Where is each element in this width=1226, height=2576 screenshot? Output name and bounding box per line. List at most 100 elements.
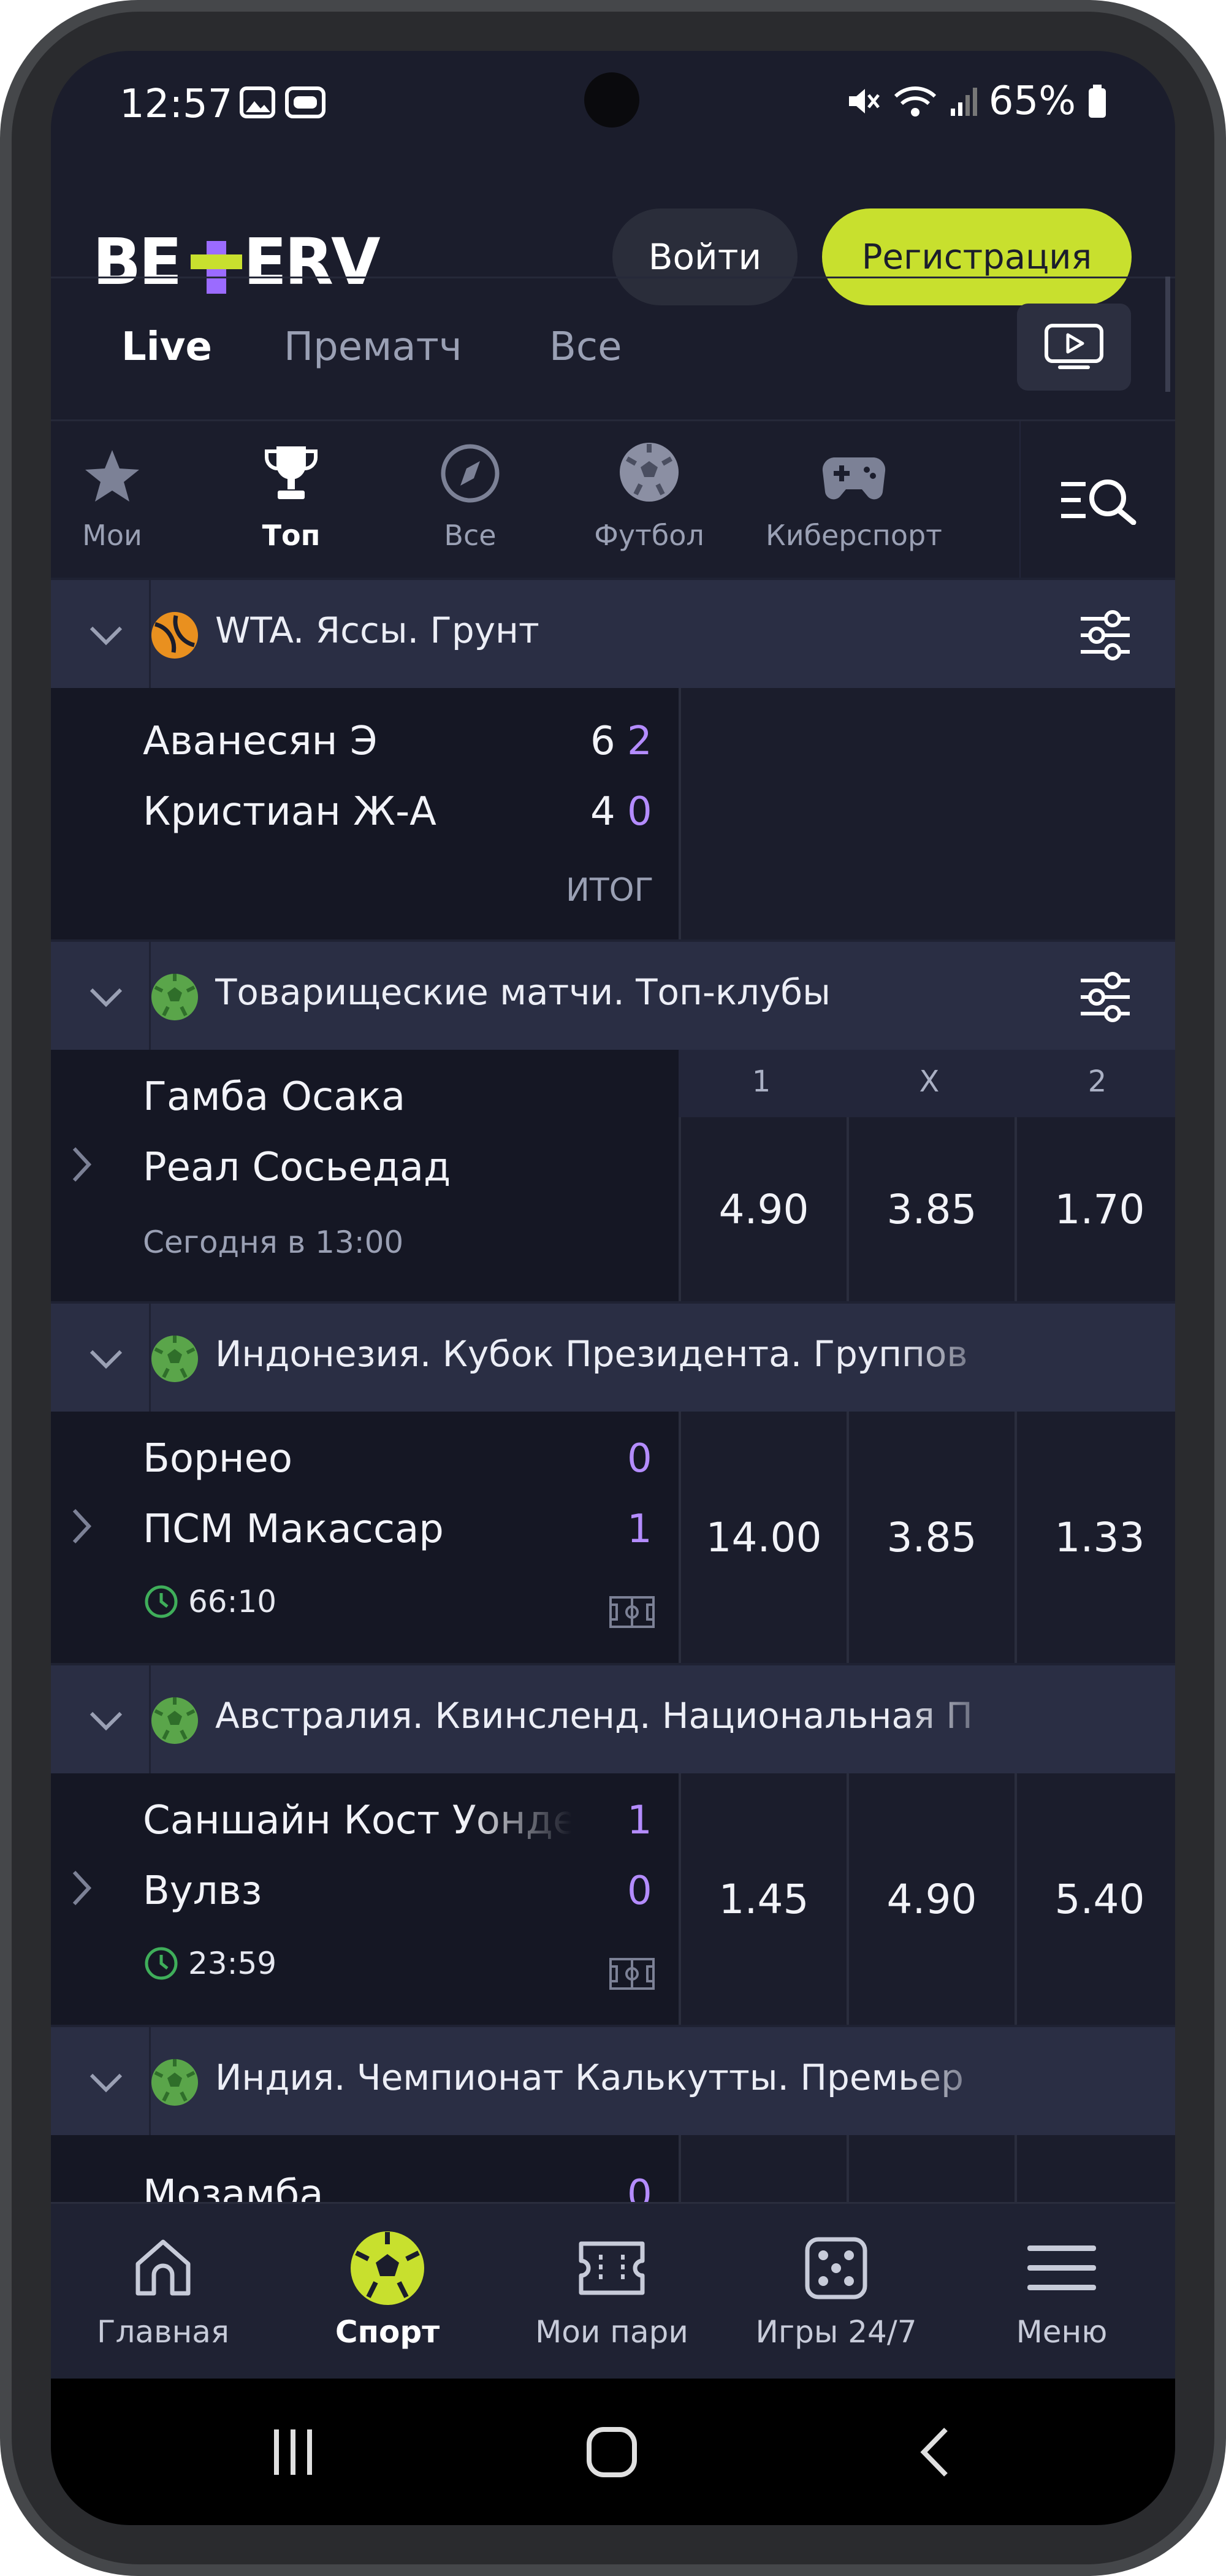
odds-header-away: 2 (1087, 1064, 1107, 1099)
vr-icon (285, 86, 326, 118)
chevron-down-icon (89, 1350, 123, 1369)
compass-icon (441, 444, 500, 503)
collapse-toggle[interactable] (63, 942, 151, 1052)
score-away: 0 (627, 1868, 652, 1914)
team-home: Аванесян Э (143, 719, 378, 764)
match-clock-value: 23:59 (188, 1946, 277, 1981)
match-info[interactable]: Гамба Осака Реал Сосьедад Сегодня в 13:0… (51, 1050, 681, 1301)
match-row[interactable]: Аванесян Э Кристиан Ж-А 6 4 2 0 ИТОГ (51, 688, 1175, 939)
tab-prematch[interactable]: Прематч (284, 324, 462, 370)
team-away: Вулвз (143, 1868, 262, 1914)
odd-away[interactable]: 1.70 (1017, 1117, 1175, 1301)
ticket-icon (579, 2241, 645, 2295)
odd-away[interactable]: 5.40 (1017, 1773, 1175, 2025)
match-clock: 23:59 (143, 1945, 276, 1982)
filter-sliders-icon[interactable] (1075, 966, 1136, 1028)
odd-home[interactable]: 4.90 (681, 1117, 849, 1301)
league-title: WTA. Яссы. Грунт (215, 610, 539, 651)
status-time: 12:57 (120, 82, 233, 127)
match-row[interactable]: Борнео ПСМ Макассар 0 1 66:10 14.00 3.85… (51, 1412, 1175, 1663)
team-away: Реал Сосьедад (143, 1145, 451, 1190)
odd-draw[interactable]: 3.85 (849, 1412, 1017, 1663)
nav-games[interactable]: Игры 24/7 (724, 2204, 948, 2380)
mode-tabs: Live Прематч Все (51, 277, 1175, 468)
match-row[interactable]: Саншайн Кост Уондерерс Вулвз 1 0 23:59 1… (51, 1773, 1175, 2025)
match-row[interactable]: Мозамба 0 (51, 2135, 1175, 2217)
tab-live[interactable]: Live (121, 324, 212, 370)
team-away: Кристиан Ж-А (143, 789, 436, 835)
nav-menu[interactable]: Меню (948, 2204, 1175, 2380)
phone-screen: 12:57 65% BE ERV Войти Регистрация Live … (51, 51, 1175, 2525)
chevron-down-icon (89, 1711, 123, 1731)
soccer-ball-icon (620, 443, 679, 502)
nav-my-bets[interactable]: Мои пари (500, 2204, 724, 2380)
mute-icon (848, 89, 880, 113)
odds-header-draw: X (919, 1064, 940, 1099)
tab-all[interactable]: Все (549, 324, 622, 370)
league-header[interactable]: WTA. Яссы. Грунт (51, 578, 1175, 690)
match-info[interactable]: Саншайн Кост Уондерерс Вулвз 1 0 23:59 (51, 1773, 681, 2025)
odd-draw[interactable]: 4.90 (849, 1773, 1017, 2025)
sport-item-favorites[interactable]: Мои (51, 421, 173, 579)
league-title: Индонезия. Кубок Президента. Группов (215, 1333, 968, 1375)
search-list-button[interactable] (1019, 421, 1175, 579)
odd-away[interactable]: 1.33 (1017, 1412, 1175, 1663)
sport-item-football[interactable]: Футбол (588, 421, 710, 579)
pitch-icon[interactable] (609, 1957, 655, 1990)
odd-cell-empty[interactable] (1017, 2135, 1175, 2204)
league-title: Индия. Чемпионат Калькутты. Премьер (215, 2057, 964, 2098)
status-system-icons: 65% (845, 78, 1108, 124)
sport-label: Топ (262, 519, 321, 552)
league-header[interactable]: Индия. Чемпионат Калькутты. Премьер (51, 2025, 1175, 2138)
match-info[interactable]: Мозамба 0 (51, 2135, 681, 2217)
sport-item-all[interactable]: Все (409, 421, 531, 579)
match-start-time: Сегодня в 13:00 (143, 1225, 403, 1260)
home-button-icon[interactable] (584, 2425, 639, 2480)
set1-score-away: 4 (590, 789, 615, 835)
odd-draw[interactable]: 3.85 (849, 1117, 1017, 1301)
wifi-icon (894, 86, 936, 117)
pitch-icon[interactable] (609, 1596, 655, 1629)
collapse-toggle[interactable] (63, 1665, 151, 1776)
tennis-ball-icon (151, 612, 198, 659)
filter-sliders-icon[interactable] (1075, 605, 1136, 666)
status-bar: 12:57 65% (51, 51, 1175, 158)
recent-apps-icon[interactable] (265, 2425, 321, 2480)
gallery-icon (240, 86, 275, 118)
odd-home[interactable]: 14.00 (681, 1412, 849, 1663)
set2-score-away: 0 (627, 789, 652, 835)
match-time: Сегодня в 13:00 (143, 1225, 404, 1260)
soccer-ball-icon (151, 1336, 198, 1382)
odd-home[interactable]: 1.45 (681, 1773, 849, 2025)
set1-score-home: 6 (590, 719, 615, 764)
league-header[interactable]: Товарищеские матчи. Топ-клубы (51, 939, 1175, 1052)
nav-home[interactable]: Главная (51, 2204, 275, 2380)
status-notification-icons (240, 86, 326, 118)
system-navigation-bar (51, 2379, 1175, 2525)
odd-cell-empty[interactable] (681, 2135, 849, 2204)
collapse-toggle[interactable] (63, 1304, 151, 1414)
league-header[interactable]: Австралия. Квинсленд. Национальная П (51, 1663, 1175, 1776)
sport-item-top[interactable]: Топ (230, 421, 352, 579)
match-info[interactable]: Борнео ПСМ Макассар 0 1 66:10 (51, 1412, 681, 1663)
sport-item-esports[interactable]: Киберспорт (766, 421, 942, 579)
nav-sport[interactable]: Спорт (275, 2204, 500, 2380)
trophy-icon (265, 446, 318, 499)
collapse-toggle[interactable] (63, 580, 151, 690)
odd-cell-empty[interactable] (849, 2135, 1017, 2204)
league-header[interactable]: Индонезия. Кубок Президента. Группов (51, 1301, 1175, 1414)
collapse-toggle[interactable] (63, 2027, 151, 2138)
star-icon (85, 450, 139, 502)
soccer-ball-icon (151, 2059, 198, 2106)
live-video-button[interactable] (1017, 304, 1131, 391)
chevron-right-icon (72, 1870, 92, 1906)
score-away: 1 (627, 1507, 652, 1552)
match-info[interactable]: Аванесян Э Кристиан Ж-А 6 4 2 0 ИТОГ (51, 688, 681, 939)
back-icon[interactable] (909, 2425, 964, 2480)
sports-filter-bar: Мои Топ Все Футбол Киберспорт (51, 419, 1175, 579)
dice-icon (805, 2237, 867, 2299)
app-header: BE ERV Войти Регистрация (51, 158, 1175, 305)
team-home: Борнео (143, 1436, 293, 1481)
match-row[interactable]: Гамба Осака Реал Сосьедад Сегодня в 13:0… (51, 1050, 1175, 1301)
chevron-down-icon (89, 626, 123, 646)
